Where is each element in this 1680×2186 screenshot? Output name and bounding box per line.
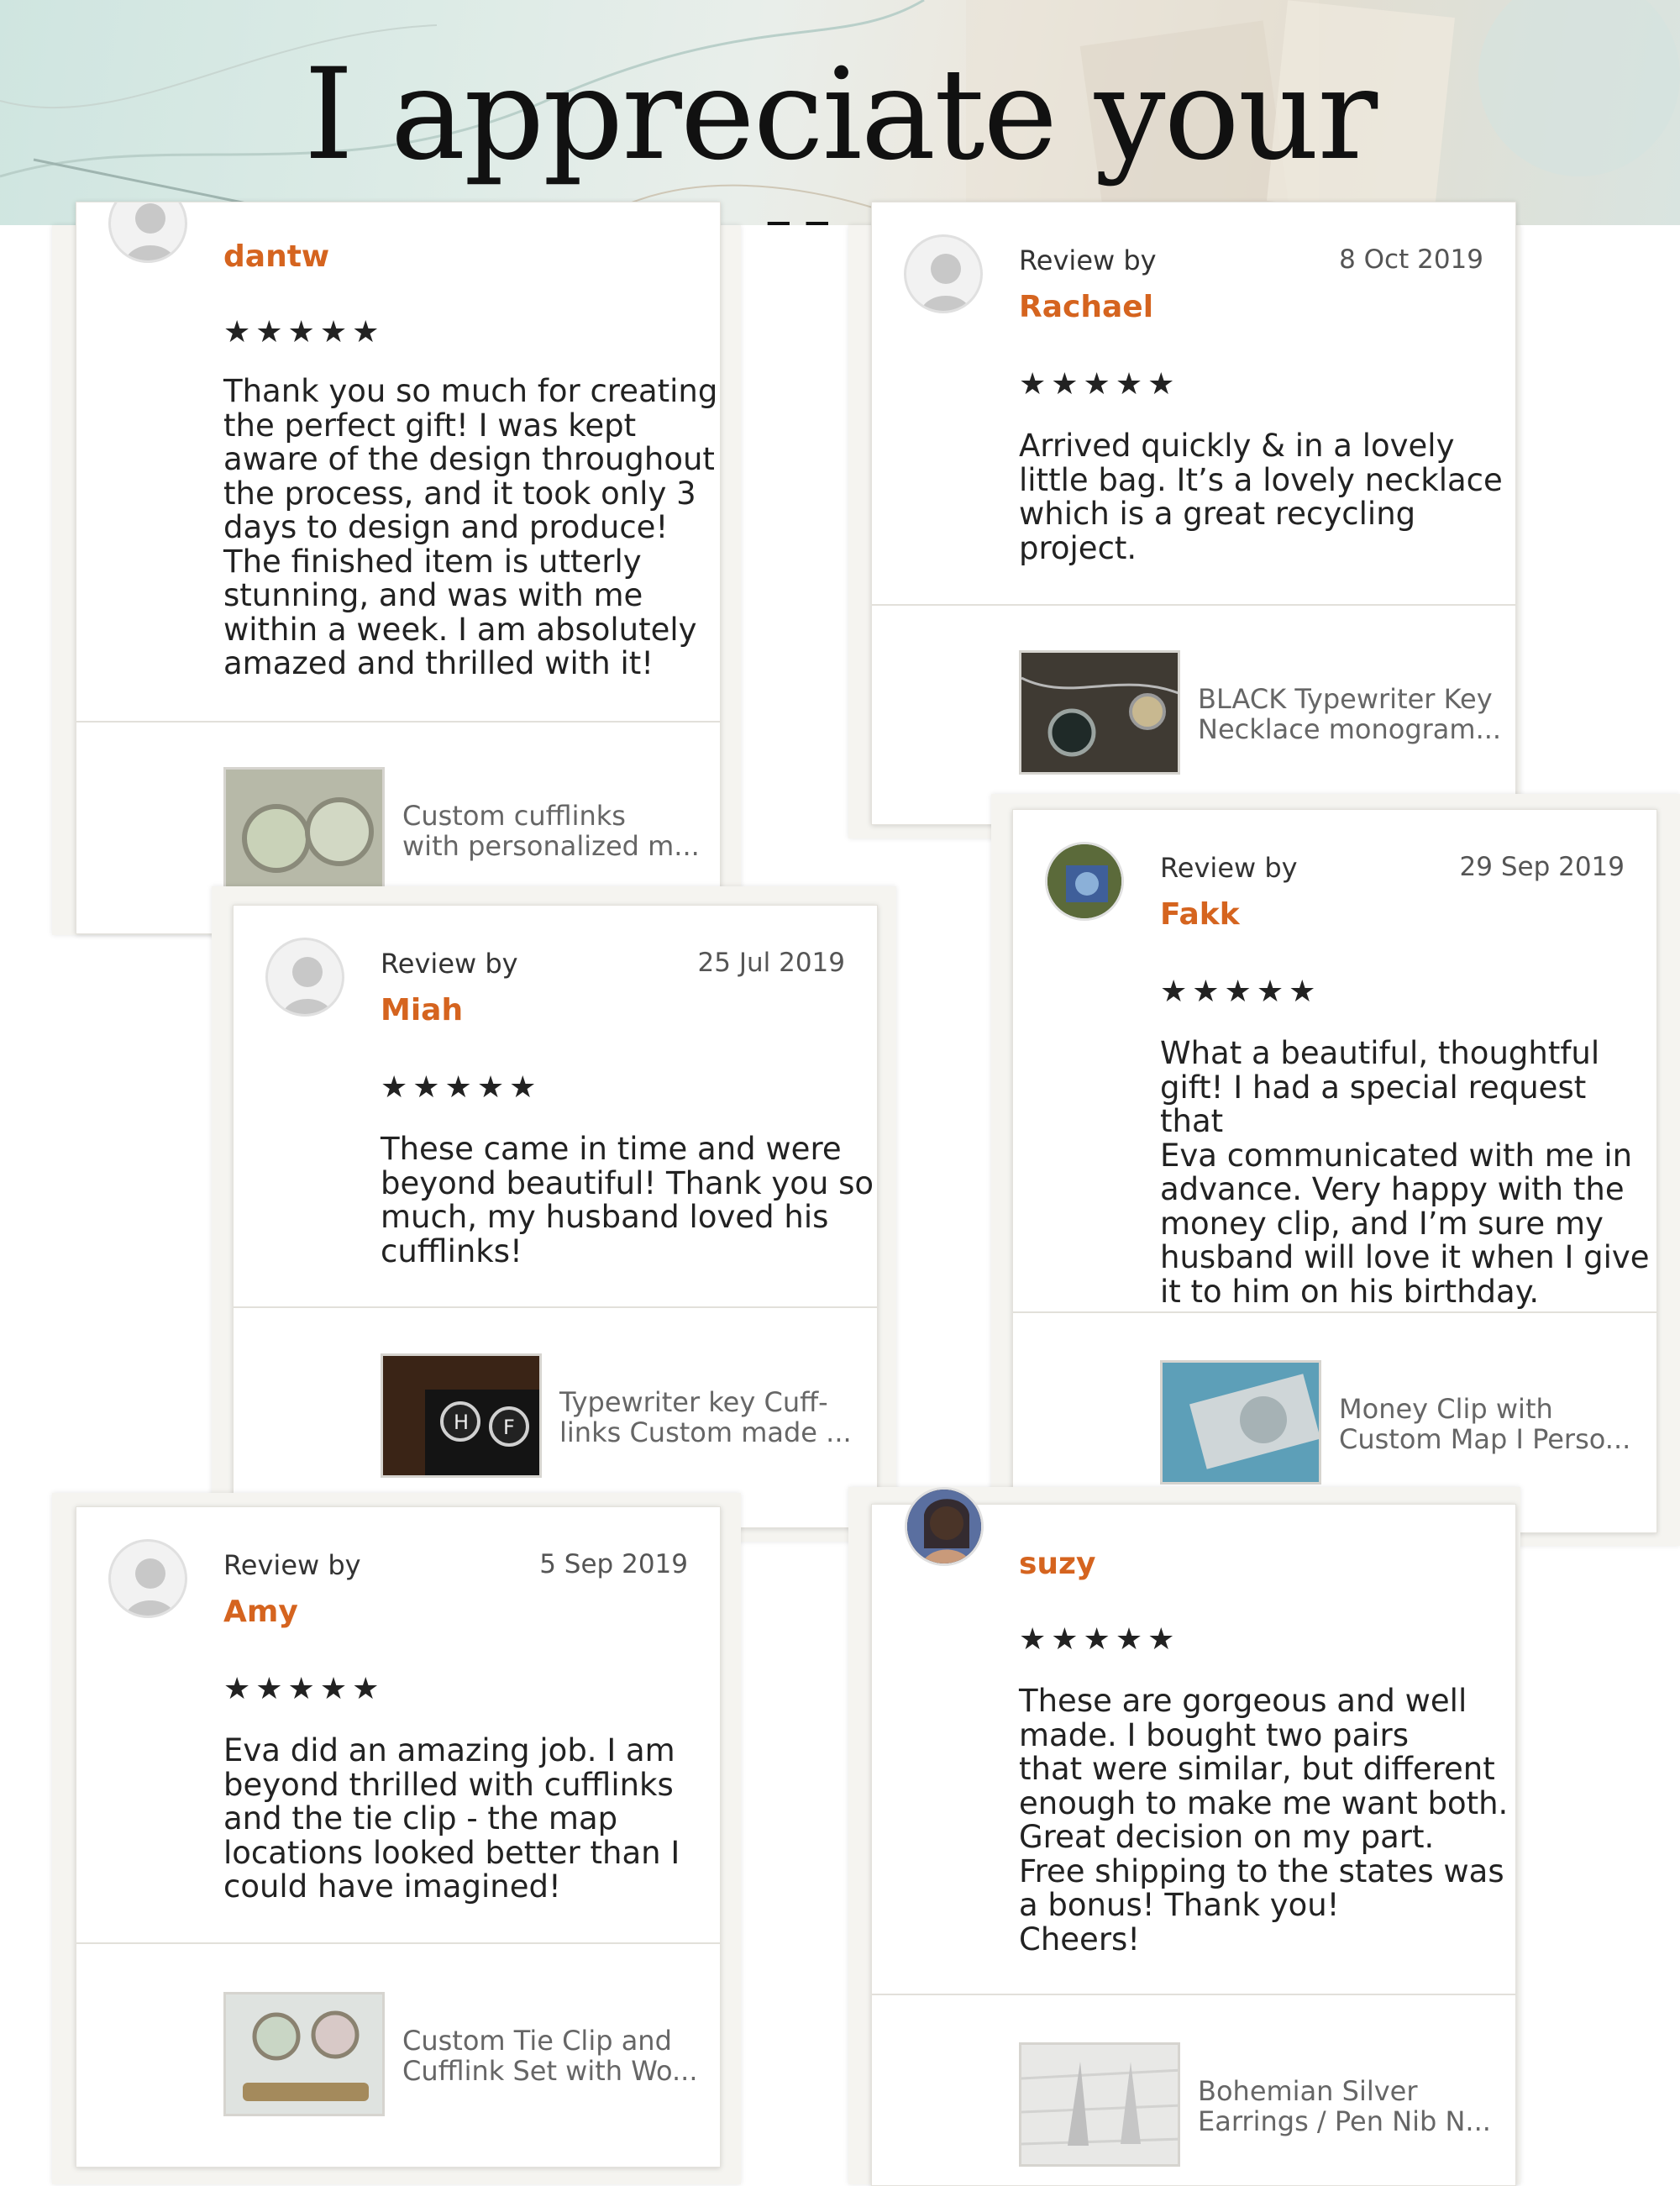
review-date: 8 Oct 2019 [1339,244,1483,275]
divider [872,604,1515,606]
review-text: What a beautiful, thoughtful gift! I had… [1160,1035,1650,1310]
product-title[interactable]: Custom Tie Clip and Cufflink Set with Wo… [402,2026,698,2086]
star-rating: ★★★★★ [1160,975,1321,1009]
divider [76,1942,720,1944]
review-by-label: Review by [381,948,518,980]
review-by-label: Review by [1160,852,1298,884]
page-title: I appreciate your feedback! [303,42,1378,225]
reviewer-avatar [1045,842,1124,921]
star-rating: ★★★★★ [381,1070,542,1105]
review-text: These came in time and were beyond beaut… [381,1131,874,1269]
product-thumbnail[interactable] [1160,1360,1321,1484]
product-thumbnail[interactable] [223,767,385,891]
reviewer-avatar [108,1539,187,1618]
review-date: 29 Sep 2019 [1459,852,1625,882]
review-by-label: Review by [223,1549,361,1581]
product-title[interactable]: Bohemian Silver Earrings / Pen Nib N... [1198,2076,1491,2136]
divider [234,1306,877,1308]
reviewer-avatar [904,234,983,313]
reviewer-avatar [108,202,187,263]
product-thumbnail[interactable] [1019,2042,1180,2167]
star-rating: ★★★★★ [223,1672,385,1706]
product-title[interactable]: Custom cufflinks with personalized m... [402,801,700,861]
svg-text:H: H [454,1411,469,1434]
header-banner: I appreciate your feedback! [0,0,1680,225]
product-thumbnail[interactable]: HF [381,1353,542,1478]
reviewer-name[interactable]: Rachael [1019,290,1153,324]
reviewer-avatar [905,1487,984,1566]
review-card: Review by 8 Oct 2019 Rachael ★★★★★ Arriv… [871,202,1516,825]
review-text: These are gorgeous and well made. I boug… [1019,1683,1509,1957]
divider [1013,1311,1656,1313]
review-text: Eva did an amazing job. I am beyond thri… [223,1732,680,1905]
divider [76,721,720,723]
product-title[interactable]: BLACK Typewriter Key Necklace monogram..… [1198,684,1501,744]
review-by-label: Review by [1019,244,1157,276]
review-card: suzy ★★★★★ These are gorgeous and well m… [871,1504,1516,2186]
reviewer-name[interactable]: Amy [223,1595,298,1629]
review-text: Thank you so much for creating the perfe… [223,373,718,681]
divider [872,1994,1515,1995]
reviewer-name[interactable]: dantw [223,239,329,274]
product-thumbnail[interactable] [223,1992,385,2116]
review-card: Review by 25 Jul 2019 Miah ★★★★★ These c… [233,905,878,1528]
reviewer-name[interactable]: Fakk [1160,897,1240,932]
review-card: Review by 29 Sep 2019 Fakk ★★★★★ What a … [1012,809,1657,1533]
review-date: 25 Jul 2019 [697,948,845,978]
reviewer-avatar [265,938,344,1017]
star-rating: ★★★★★ [1019,367,1180,402]
review-date: 5 Sep 2019 [539,1549,688,1579]
review-card: dantw ★★★★★ Thank you so much for creati… [76,202,721,934]
star-rating: ★★★★★ [1019,1622,1180,1657]
review-text: Arrived quickly & in a lovely little bag… [1019,428,1503,566]
star-rating: ★★★★★ [223,315,385,349]
product-title[interactable]: Money Clip with Custom Map I Perso... [1339,1394,1630,1454]
product-thumbnail[interactable] [1019,650,1180,775]
product-title[interactable]: Typewriter key Cuff- links Custom made .… [559,1387,852,1448]
reviewer-name[interactable]: suzy [1019,1547,1095,1581]
svg-text:F: F [503,1416,515,1439]
review-card: Review by 5 Sep 2019 Amy ★★★★★ Eva did a… [76,1506,721,2168]
reviewer-name[interactable]: Miah [381,993,463,1027]
